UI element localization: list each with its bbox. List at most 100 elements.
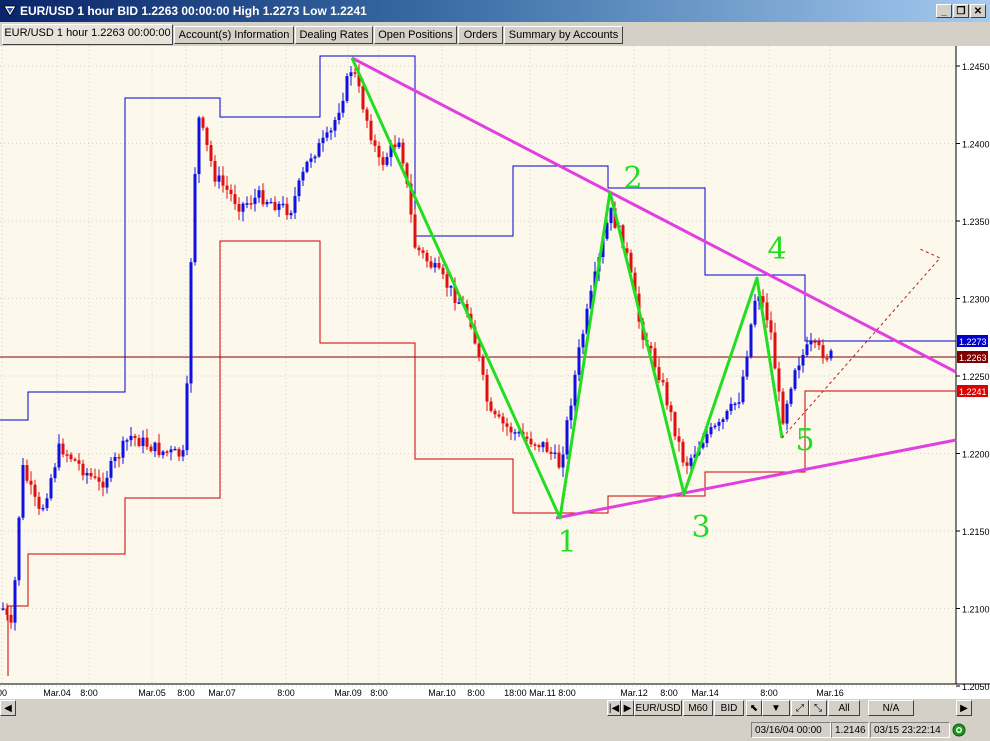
horizontal-scrollbar[interactable]: ◀ |◀ ▶ EUR/USD M60 BID ⬉ ▼ ⤢ ⤡ All N/A ▶ <box>0 699 990 716</box>
window-title: EUR/USD 1 hour BID 1.2263 00:00:00 High … <box>20 4 367 18</box>
candle-up <box>341 100 345 113</box>
tab-account-information[interactable]: Account(s) Information <box>174 26 294 44</box>
candle-up <box>21 465 25 518</box>
period-button[interactable]: M60 <box>683 700 713 716</box>
zoom-in-icon[interactable]: ⤢ <box>791 700 809 716</box>
candle-down <box>525 436 529 439</box>
candle-down <box>165 451 169 454</box>
tab-open-positions[interactable]: Open Positions <box>374 26 457 44</box>
price-type-button[interactable]: BID <box>714 700 744 716</box>
zoom-out-icon[interactable]: ⤡ <box>809 700 827 716</box>
candle-up <box>281 203 285 206</box>
price-tick-label: 1.2450 <box>962 62 990 72</box>
candle-up <box>161 451 165 456</box>
candle-down <box>117 457 121 459</box>
candle-down <box>285 203 289 216</box>
candle-up <box>181 450 185 457</box>
close-button[interactable]: ✕ <box>970 4 986 18</box>
candle-down <box>225 185 229 190</box>
candle-down <box>369 120 373 141</box>
tab-chart[interactable]: EUR/USD 1 hour 1.2263 00:00:00 <box>2 24 173 45</box>
time-tick-label: Mar.12 <box>620 688 648 698</box>
candle-up <box>309 158 313 162</box>
candle-up <box>269 201 273 204</box>
price-tick-label: 1.2050 <box>962 682 990 692</box>
scroll-right-end-button[interactable]: ▶ <box>956 700 972 716</box>
na-button[interactable]: N/A <box>868 700 914 716</box>
candle-down <box>485 374 489 402</box>
candle-down <box>545 442 549 452</box>
candle-down <box>441 267 445 275</box>
candle-down <box>413 214 417 248</box>
candle-down <box>37 496 41 509</box>
candle-down <box>533 444 537 446</box>
cursor-tool-icon[interactable]: ⬉ <box>746 700 762 716</box>
tab-orders[interactable]: Orders <box>458 26 503 44</box>
candle-up <box>801 354 805 366</box>
plot-area[interactable] <box>0 46 956 684</box>
price-tick-label: 1.2400 <box>962 140 990 150</box>
candle-up <box>753 300 757 325</box>
time-tick-label: Mar.07 <box>208 688 236 698</box>
candle-up <box>729 403 733 411</box>
candle-up <box>793 370 797 389</box>
candle-up <box>349 72 353 77</box>
candle-down <box>657 367 661 381</box>
price-chart[interactable]: 1 2 3 4 5 1.2450 1.2400 1.2350 1.2300 1.2250 1.22… <box>0 46 990 699</box>
status-area: ◀ |◀ ▶ EUR/USD M60 BID ⬉ ▼ ⤢ ⤡ All N/A ▶… <box>0 699 990 741</box>
candle-up <box>141 437 145 447</box>
time-tick-label: Mar.14 <box>691 688 719 698</box>
candle-up <box>57 443 61 468</box>
candle-down <box>69 454 73 460</box>
candle-up <box>745 356 749 377</box>
show-all-button[interactable]: All <box>828 700 860 716</box>
candle-down <box>765 302 769 321</box>
symbol-button[interactable]: EUR/USD <box>634 700 682 716</box>
candle-up <box>513 432 517 434</box>
candle-up <box>245 203 249 205</box>
candle-down <box>89 472 93 477</box>
low-price-tag: 1.2241 <box>959 387 987 397</box>
candle-up <box>217 175 221 182</box>
candle-down <box>529 438 533 445</box>
candle-up <box>709 427 713 435</box>
chart-canvas[interactable]: 1 2 3 4 5 1.2450 1.2400 1.2350 1.2300 1.2250 1.22… <box>0 46 990 699</box>
candle-up <box>741 376 745 403</box>
candle-down <box>821 345 825 359</box>
scroll-left-button[interactable]: ◀ <box>0 700 16 716</box>
price-tick-label: 1.2150 <box>962 527 990 537</box>
time-tick-label: 8:00 <box>467 688 485 698</box>
candle-down <box>493 410 497 415</box>
candle-up <box>713 425 717 428</box>
scroll-right-button[interactable]: ▶ <box>621 700 634 716</box>
candle-down <box>557 452 561 468</box>
candle-up <box>113 457 117 462</box>
time-tick-label: 18:00 Mar.11 <box>504 688 556 698</box>
candle-up <box>829 350 833 359</box>
candle-up <box>241 203 245 212</box>
restore-button[interactable]: ❐ <box>953 4 969 18</box>
candle-up <box>569 405 573 421</box>
tab-summary-by-accounts[interactable]: Summary by Accounts <box>504 26 623 44</box>
candle-down <box>817 341 821 346</box>
first-bar-button[interactable]: |◀ <box>607 700 621 716</box>
candle-up <box>385 157 389 165</box>
candle-down <box>825 358 829 360</box>
candle-up <box>13 580 17 623</box>
dropdown-arrow-icon[interactable]: ▼ <box>762 700 790 716</box>
candle-up <box>809 341 813 345</box>
minimize-button[interactable]: _ <box>936 4 952 18</box>
candle-down <box>205 127 209 146</box>
candle-up <box>125 440 129 442</box>
candle-down <box>649 345 653 349</box>
candle-down <box>377 145 381 158</box>
candle-up <box>721 419 725 423</box>
time-tick-label: 8:00 <box>277 688 295 698</box>
server-time-field: 03/15 23:22:14 <box>870 722 950 738</box>
candle-up <box>109 461 113 478</box>
candle-down <box>25 465 29 481</box>
high-price-tag: 1.2273 <box>959 337 987 347</box>
candle-down <box>773 332 777 369</box>
tab-dealing-rates[interactable]: Dealing Rates <box>295 26 373 44</box>
candle-down <box>673 412 677 437</box>
